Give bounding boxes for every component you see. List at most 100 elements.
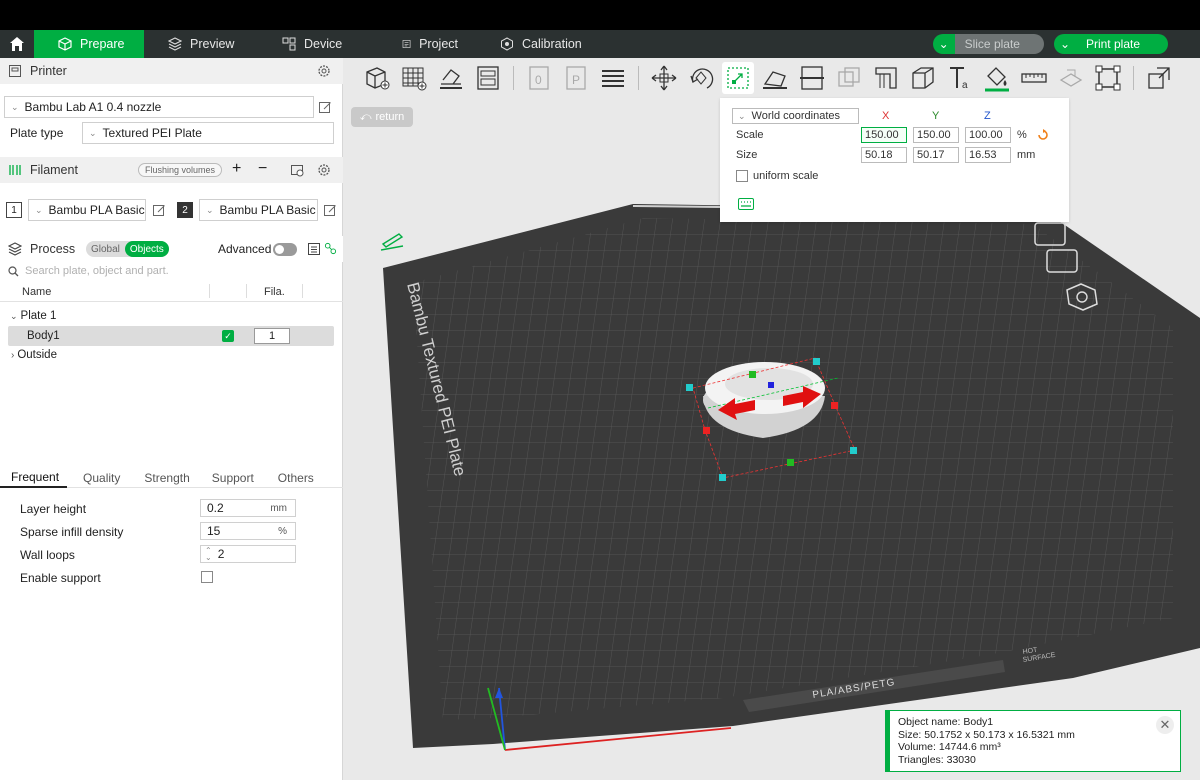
layer-height-label: Layer height [20,502,87,516]
print-plate-button[interactable]: ⌄ Print plate [1053,34,1168,54]
flushing-volumes-button[interactable]: Flushing volumes [138,163,223,177]
auto-orient-button[interactable] [435,62,467,94]
seam-paint-button[interactable] [907,62,939,94]
grid-plus-icon [402,67,427,91]
process-section-header: Process Global Objects Advanced [0,236,343,262]
filament-slot-2-name: Bambu PLA Basic [219,203,316,217]
scale-z-input[interactable]: 100.00 [965,127,1011,143]
advanced-switch[interactable] [273,243,297,256]
arrange-button[interactable] [472,62,504,94]
mesh-boundary-button[interactable] [1092,62,1124,94]
filament-slot-1-select[interactable]: ⌄ Bambu PLA Basic [28,199,146,221]
printer-select[interactable]: ⌄ Bambu Lab A1 0.4 nozzle [4,96,314,118]
remove-filament-button[interactable]: − [258,160,267,178]
scale-x-input[interactable]: 150.00 [861,127,907,143]
tree-outside[interactable]: › Outside [0,345,343,365]
left-sidebar: Printer ⌄ Bambu Lab A1 0.4 nozzle Plate … [0,58,343,780]
plate-type-select[interactable]: ⌄ Textured PEI Plate [82,122,334,144]
rotate-tool-button[interactable] [685,62,717,94]
gear-icon[interactable] [317,64,331,78]
tree-plate-1[interactable]: ⌄ Plate 1 [0,306,343,326]
tab-calibration[interactable]: Calibration [470,30,594,58]
svg-text:P: P [572,73,580,87]
ruler-icon [1021,73,1047,83]
printer-section-header: Printer [0,58,343,84]
edit-icon[interactable] [323,203,337,217]
support-paint-button[interactable] [870,62,902,94]
filament-slot-2-select[interactable]: ⌄ Bambu PLA Basic [199,199,318,221]
home-button[interactable] [0,30,34,58]
body1-filament-box[interactable]: 1 [254,328,290,344]
wall-loops-stepper[interactable]: ⌃ ⌄ 2 [200,545,296,563]
col-fila: Fila. [264,286,285,298]
printer-title: Printer [30,64,67,78]
tab-others[interactable]: Others [266,468,326,488]
scale-y-input[interactable]: 150.00 [913,127,959,143]
return-button[interactable]: ⤺ return [351,107,413,127]
tab-support[interactable]: Support [202,468,266,488]
tab-project[interactable]: Project [366,30,470,58]
gear-icon[interactable] [317,163,331,177]
size-label: Size [736,149,758,161]
outside-label: Outside [17,349,57,361]
filament-sync-icon[interactable] [290,163,304,177]
object-info-panel: Object name: Body1 Size: 50.1752 x 50.17… [885,710,1181,772]
coordinates-select[interactable]: ⌄ World coordinates [732,108,859,124]
nav-actions: ⌄ Slice plate ⌄ Print plate [932,30,1200,58]
stepper-arrows-icon[interactable]: ⌃ ⌄ [205,547,212,562]
chevron-right-icon[interactable]: › [11,350,14,361]
global-objects-toggle[interactable]: Global Objects [86,241,169,257]
bounding-box-icon [1095,65,1121,91]
split-objects-button[interactable]: 0 [523,62,555,94]
toggle-global[interactable]: Global [86,241,125,257]
view-mode-button[interactable] [1143,62,1175,94]
size-z-input[interactable]: 16.53 [965,147,1011,163]
viewport-toolbar: 0 P a [357,58,1200,98]
body1-printable-checkbox[interactable]: ✓ [222,330,234,342]
edit-icon[interactable] [318,100,332,114]
measure-tool-button[interactable] [1018,62,1050,94]
cut-tool-button[interactable] [796,62,828,94]
add-object-button[interactable] [361,62,393,94]
chevron-down-icon[interactable]: ⌄ [10,311,18,322]
enable-support-checkbox[interactable] [201,571,213,583]
chevron-down-icon[interactable]: ⌄ [1053,34,1076,54]
size-y-input[interactable]: 50.17 [913,147,959,163]
layer-height-input[interactable]: 0.2 mm [200,499,296,517]
pencil-icon[interactable] [380,233,404,251]
add-filament-button[interactable]: + [232,160,241,178]
add-plate-button[interactable] [398,62,430,94]
move-tool-button[interactable] [648,62,680,94]
infill-input[interactable]: 15 % [200,522,296,540]
boolean-tool-button[interactable] [833,62,865,94]
keyboard-icon[interactable] [738,198,754,210]
3d-viewport[interactable]: PLA/ABS/PETG HOT SURFACE Bambu Textured … [343,58,1200,780]
size-x-input[interactable]: 50.18 [861,147,907,163]
tree-body1[interactable]: Body1 ✓ 1 [8,326,334,346]
text-tool-button[interactable]: a [944,62,976,94]
tab-quality[interactable]: Quality [67,468,132,488]
object-search[interactable]: Search plate, object and part. [4,262,339,280]
tab-frequent[interactable]: Frequent [0,468,68,488]
lay-on-face-button[interactable] [759,62,791,94]
split-parts-button[interactable]: P [560,62,592,94]
col-divider [209,284,210,298]
slice-plate-button[interactable]: ⌄ Slice plate [932,34,1044,54]
chevron-down-icon[interactable]: ⌄ [932,34,955,54]
tab-prepare[interactable]: Prepare [34,30,144,58]
assembly-tool-button[interactable] [1055,62,1087,94]
uniform-scale-checkbox[interactable] [736,170,748,182]
layers-button[interactable] [597,62,629,94]
close-icon[interactable]: ✕ [1156,716,1174,734]
toggle-objects[interactable]: Objects [124,241,169,257]
reset-icon[interactable] [1037,129,1049,141]
object-split-icon[interactable] [324,242,337,255]
tab-device[interactable]: Device [256,30,366,58]
color-paint-button[interactable] [981,62,1013,94]
tab-preview[interactable]: Preview [144,30,256,58]
scale-tool-button[interactable] [722,62,754,94]
list-view-icon[interactable] [307,242,321,256]
axis-z-label: Z [984,110,991,122]
edit-icon[interactable] [152,203,166,217]
tab-strength[interactable]: Strength [132,468,201,488]
